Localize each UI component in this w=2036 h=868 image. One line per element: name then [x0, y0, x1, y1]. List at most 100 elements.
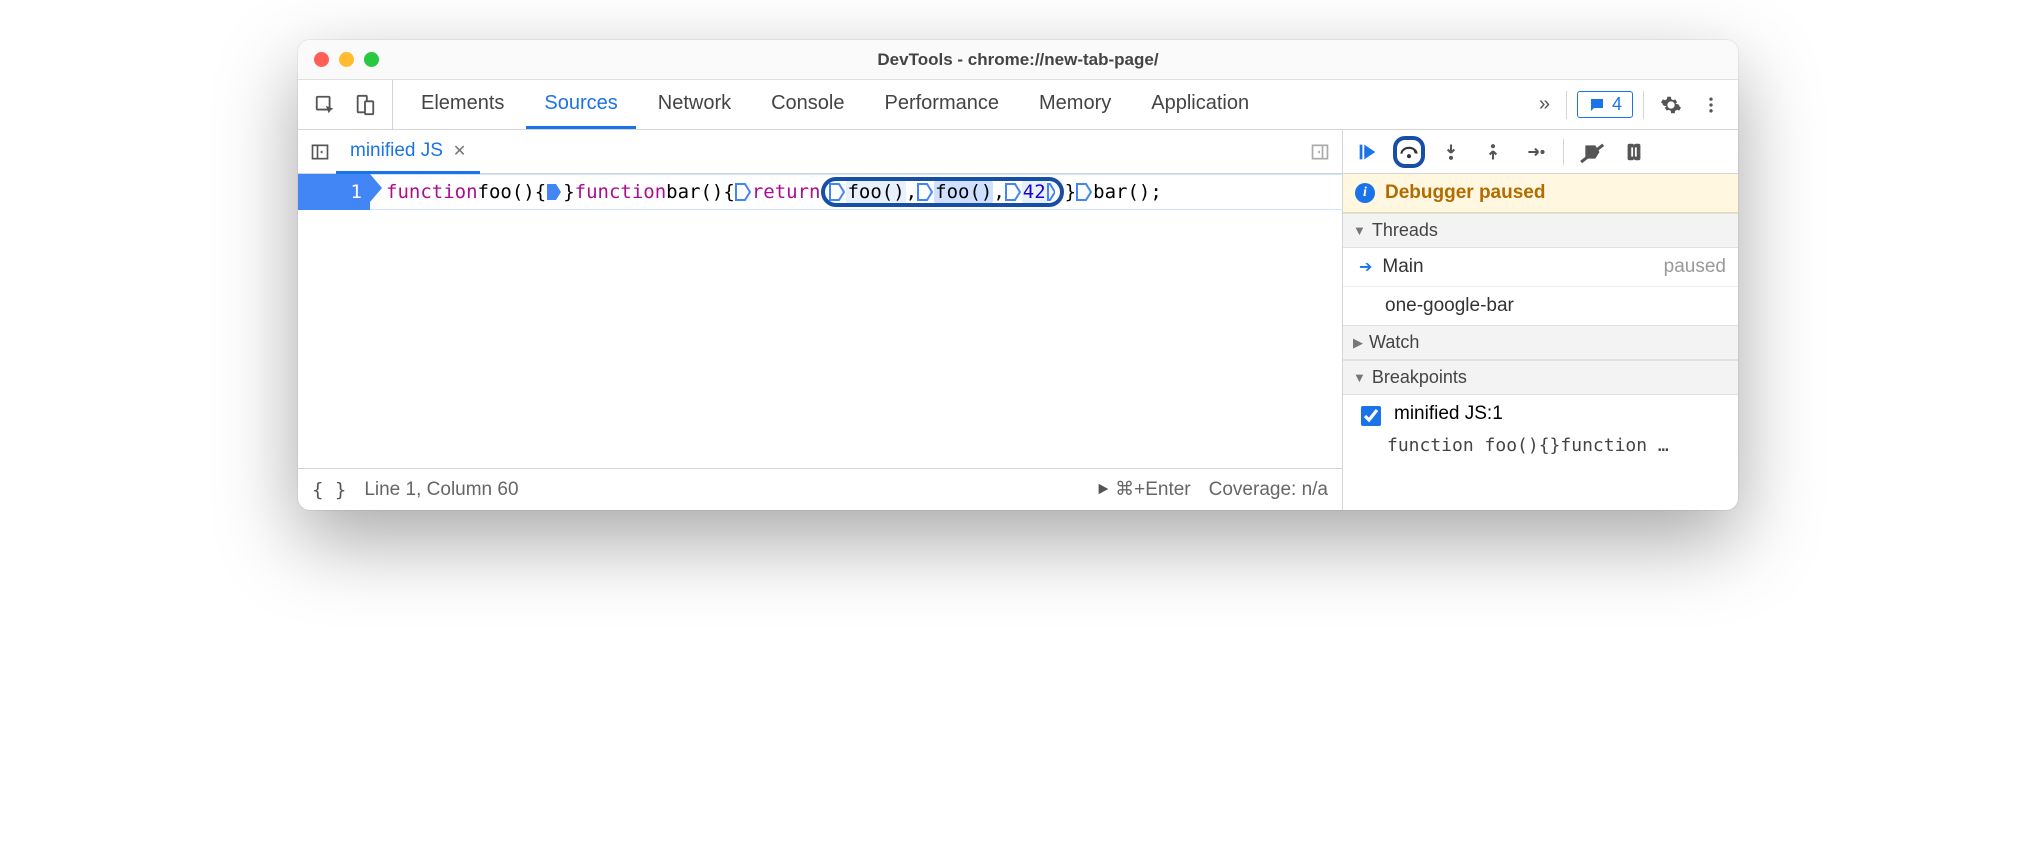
tab-application[interactable]: Application — [1133, 80, 1267, 129]
identifier: foo — [478, 181, 512, 203]
editor-statusbar: { } Line 1, Column 60 ⌘+Enter Coverage: … — [298, 468, 1342, 510]
play-icon — [1096, 482, 1110, 496]
toolbar-divider — [1563, 139, 1564, 165]
info-icon: i — [1355, 183, 1375, 203]
thread-one-google-bar[interactable]: one-google-bar — [1343, 287, 1738, 325]
panel-right-icon — [1310, 142, 1330, 162]
call-expr: bar(); — [1093, 181, 1162, 203]
panel-icon — [310, 142, 330, 162]
cursor-position: Line 1, Column 60 — [364, 479, 518, 501]
call-expr: foo() — [934, 181, 993, 203]
step-button[interactable] — [1519, 136, 1551, 168]
pause-on-exceptions-button[interactable] — [1618, 136, 1650, 168]
step-over-button[interactable] — [1393, 136, 1425, 168]
more-tabs-button[interactable]: » — [1533, 89, 1556, 120]
file-tabbar: minified JS ✕ — [298, 130, 1342, 174]
step-into-icon — [1441, 142, 1461, 162]
section-threads[interactable]: ▼ Threads — [1343, 213, 1738, 248]
settings-button[interactable] — [1654, 88, 1688, 122]
current-thread-arrow-icon: ➔ — [1359, 257, 1372, 277]
more-options-button[interactable] — [1694, 88, 1728, 122]
line-number: 1 — [351, 181, 362, 203]
punct: } — [563, 181, 574, 203]
highlighted-return-expr: foo(),foo(),42 — [821, 177, 1063, 207]
breakpoint-code-preview: function foo(){}function … — [1343, 433, 1738, 462]
thread-name: Main — [1382, 256, 1423, 278]
punct: { — [535, 181, 546, 203]
breakpoint-checkbox[interactable] — [1361, 406, 1381, 426]
tab-elements[interactable]: Elements — [403, 80, 522, 129]
window-zoom-button[interactable] — [364, 52, 379, 67]
punct: , — [906, 181, 917, 203]
breakpoint-marker-icon — [1076, 183, 1092, 201]
punct: () — [512, 181, 535, 203]
debugger-pane: i Debugger paused ▼ Threads ➔ Main pause… — [1343, 130, 1738, 510]
resume-icon — [1356, 141, 1378, 163]
thread-name: one-google-bar — [1385, 295, 1514, 317]
punct: } — [1065, 181, 1076, 203]
issues-icon — [1588, 96, 1606, 114]
toolbar-divider — [1566, 91, 1567, 119]
tab-memory[interactable]: Memory — [1021, 80, 1129, 129]
tab-sources[interactable]: Sources — [526, 80, 635, 129]
step-into-button[interactable] — [1435, 136, 1467, 168]
thread-status: paused — [1664, 256, 1726, 278]
window-title: DevTools - chrome://new-tab-page/ — [298, 50, 1738, 70]
thread-main[interactable]: ➔ Main paused — [1343, 248, 1738, 287]
run-snippet-hint: ⌘+Enter — [1096, 478, 1191, 501]
keyword: function — [575, 181, 667, 203]
resume-button[interactable] — [1351, 136, 1383, 168]
section-title: Threads — [1372, 220, 1438, 241]
tab-console[interactable]: Console — [753, 80, 862, 129]
disclosure-triangle-icon: ▼ — [1353, 223, 1366, 238]
inspect-element-button[interactable] — [308, 88, 342, 122]
disclosure-triangle-icon: ▶ — [1353, 335, 1363, 351]
keyword: return — [752, 181, 821, 203]
debugger-toolbar — [1343, 130, 1738, 174]
issues-button[interactable]: 4 — [1577, 91, 1633, 118]
window-titlebar: DevTools - chrome://new-tab-page/ — [298, 40, 1738, 80]
punct: () — [700, 181, 723, 203]
navigator-toggle-button[interactable] — [306, 138, 334, 166]
device-toolbar-button[interactable] — [348, 88, 382, 122]
deactivate-breakpoints-button[interactable] — [1576, 136, 1608, 168]
breakpoint-item[interactable]: minified JS:1 — [1343, 395, 1738, 433]
step-out-button[interactable] — [1477, 136, 1509, 168]
debugger-toggle-button[interactable] — [1306, 138, 1334, 166]
window-traffic-lights — [298, 52, 379, 67]
window-minimize-button[interactable] — [339, 52, 354, 67]
toolbar-divider — [1643, 91, 1644, 119]
code-line-1: 1 function foo(){}function bar(){return … — [298, 174, 1342, 210]
breakpoint-marker-icon — [917, 183, 933, 201]
section-watch[interactable]: ▶ Watch — [1343, 325, 1738, 360]
debugger-paused-banner: i Debugger paused — [1343, 174, 1738, 213]
literal: 42 — [1022, 181, 1047, 203]
punct: { — [723, 181, 734, 203]
breakpoint-label: minified JS:1 — [1394, 403, 1503, 425]
punct: , — [993, 181, 1004, 203]
tab-performance[interactable]: Performance — [867, 80, 1018, 129]
pretty-print-button[interactable]: { } — [312, 479, 346, 501]
gear-icon — [1660, 94, 1682, 116]
paused-label: Debugger paused — [1385, 182, 1545, 204]
panel-tabs: Elements Sources Network Console Perform… — [403, 80, 1523, 129]
tab-network[interactable]: Network — [640, 80, 749, 129]
execution-marker-icon — [546, 183, 562, 201]
section-title: Watch — [1369, 332, 1419, 353]
breakpoint-marker-icon — [1047, 183, 1055, 201]
keyword: function — [386, 181, 478, 203]
section-title: Breakpoints — [1372, 367, 1467, 388]
file-tab-label: minified JS — [350, 140, 443, 162]
file-tab-minified-js[interactable]: minified JS ✕ — [336, 131, 480, 174]
close-tab-button[interactable]: ✕ — [453, 141, 466, 161]
breakpoint-icon — [1582, 142, 1602, 162]
main-toolbar: Elements Sources Network Console Perform… — [298, 80, 1738, 130]
window-close-button[interactable] — [314, 52, 329, 67]
code-editor[interactable]: 1 function foo(){}function bar(){return … — [298, 174, 1342, 468]
breakpoint-marker-icon — [829, 183, 845, 201]
line-gutter[interactable]: 1 — [298, 174, 370, 210]
disclosure-triangle-icon: ▼ — [1353, 370, 1366, 385]
step-icon — [1525, 142, 1545, 162]
section-breakpoints[interactable]: ▼ Breakpoints — [1343, 360, 1738, 395]
issues-count: 4 — [1612, 94, 1622, 115]
